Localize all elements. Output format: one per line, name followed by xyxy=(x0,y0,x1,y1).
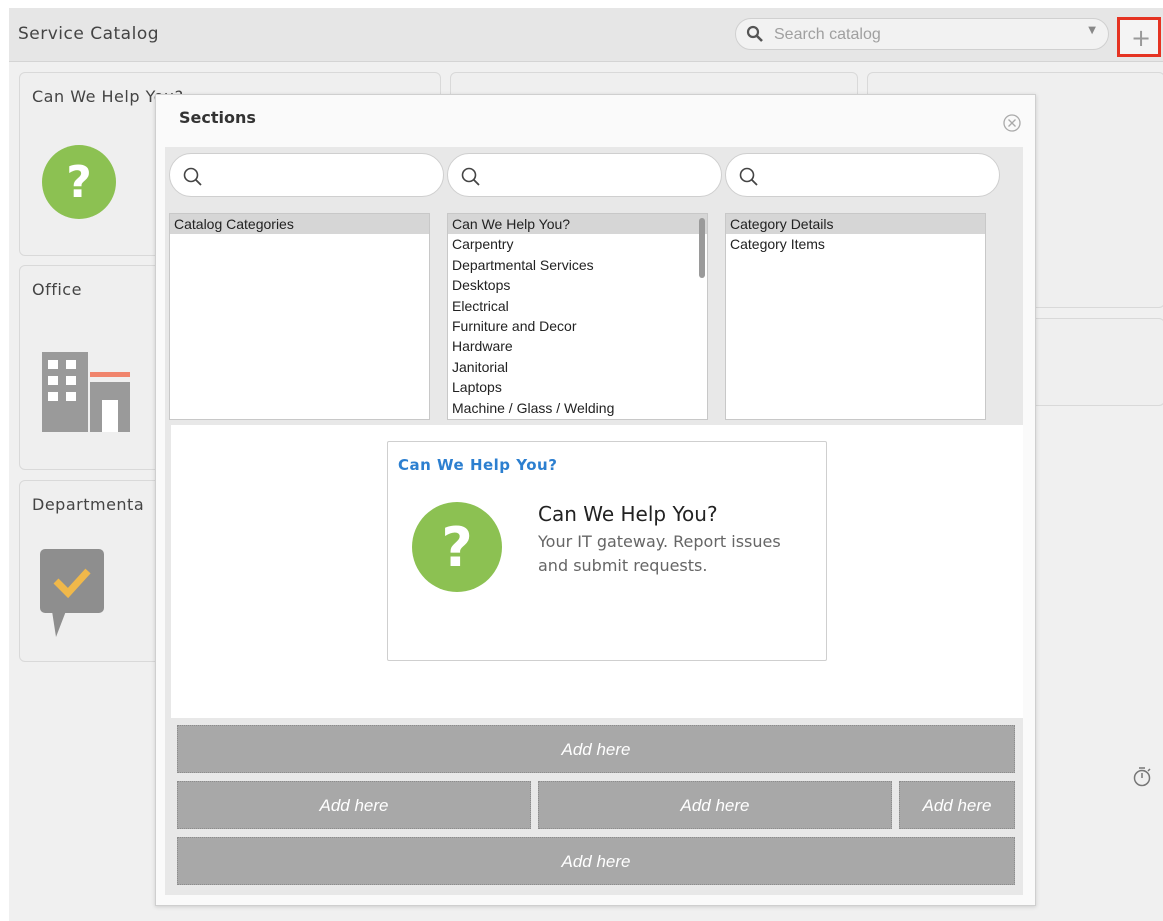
card-title: Office xyxy=(32,280,82,299)
close-icon[interactable] xyxy=(1003,114,1021,132)
column-search-sections[interactable] xyxy=(447,153,722,197)
list-item[interactable]: Carpentry xyxy=(448,234,707,254)
list-item[interactable]: Catalog Categories xyxy=(170,214,429,235)
list-item[interactable]: Janitorial xyxy=(448,357,707,377)
catalog-search[interactable]: ▼ xyxy=(735,18,1109,50)
drop-zone[interactable]: Add here xyxy=(177,781,531,829)
svg-text:?: ? xyxy=(66,157,92,208)
drop-zone[interactable]: Add here xyxy=(538,781,892,829)
drop-zone[interactable]: Add here xyxy=(899,781,1015,829)
timer-icon[interactable] xyxy=(1131,765,1153,787)
card-title: Departmenta xyxy=(32,495,145,514)
list-item[interactable]: Departmental Services xyxy=(448,255,707,275)
app-title: Service Catalog xyxy=(18,24,160,44)
list-item[interactable]: Laptops xyxy=(448,377,707,397)
section-preview: Can We Help You? ? Can We Help You? Your… xyxy=(171,425,1023,718)
chat-check-icon xyxy=(40,549,104,637)
list-item[interactable]: Desktops xyxy=(448,275,707,295)
search-input[interactable] xyxy=(488,164,702,188)
sections-list[interactable]: Can We Help You? Carpentry Departmental … xyxy=(447,213,708,420)
widget-description: Your IT gateway. Report issues and submi… xyxy=(538,532,781,575)
list-item[interactable]: Category Details xyxy=(726,214,985,235)
column-search-categories[interactable] xyxy=(169,153,444,197)
drop-zone[interactable]: Add here xyxy=(177,837,1015,885)
column-search-details[interactable] xyxy=(725,153,1000,197)
categories-list[interactable]: Catalog Categories xyxy=(169,213,430,420)
search-input[interactable] xyxy=(772,23,1076,47)
search-icon xyxy=(183,167,202,186)
scrollbar-thumb[interactable] xyxy=(699,218,705,278)
list-item[interactable]: Machine / Glass / Welding xyxy=(448,398,707,418)
list-item[interactable]: Hardware xyxy=(448,336,707,356)
svg-text:?: ? xyxy=(441,516,472,579)
search-input[interactable] xyxy=(766,164,980,188)
search-icon xyxy=(739,167,758,186)
drop-zone[interactable]: Add here xyxy=(177,725,1015,773)
dialog-body: Catalog Categories Can We Help You? Carp… xyxy=(165,147,1023,895)
list-item[interactable]: Electrical xyxy=(448,296,707,316)
plus-icon: + xyxy=(1131,24,1152,52)
dialog-title: Sections xyxy=(179,108,256,127)
widget-title: Can We Help You? xyxy=(538,502,718,526)
app-header: Service Catalog ▼ + xyxy=(9,8,1163,62)
list-item[interactable]: Can We Help You? xyxy=(448,214,707,235)
search-icon xyxy=(461,167,480,186)
help-icon: ? xyxy=(42,145,116,219)
add-section-button[interactable]: + xyxy=(1117,17,1161,57)
details-list[interactable]: Category Details Category Items xyxy=(725,213,986,420)
sections-dialog: Sections Catalog Categories Can We Help … xyxy=(155,94,1036,906)
search-input[interactable] xyxy=(210,164,424,188)
preview-widget[interactable]: Can We Help You? ? Can We Help You? Your… xyxy=(387,441,827,661)
widget-header: Can We Help You? xyxy=(398,456,558,474)
list-item[interactable]: Furniture and Decor xyxy=(448,316,707,336)
chevron-down-icon[interactable]: ▼ xyxy=(1088,25,1096,36)
search-icon xyxy=(746,25,763,42)
building-icon xyxy=(42,352,130,432)
list-item[interactable]: Category Items xyxy=(726,234,985,254)
help-icon: ? xyxy=(412,502,502,592)
